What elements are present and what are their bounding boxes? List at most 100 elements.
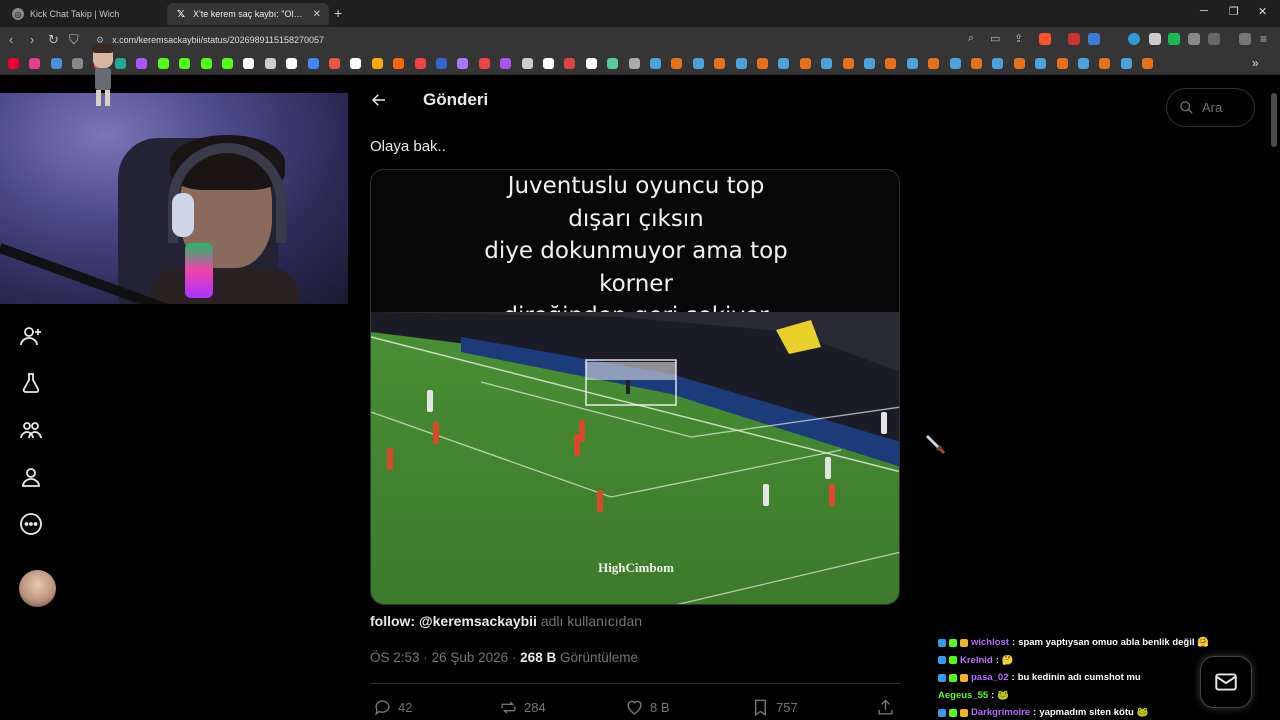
share-icon[interactable]: ⇪: [1014, 32, 1023, 45]
tab-kick-chat[interactable]: ◎ Kick Chat Takip | Wich: [4, 3, 164, 25]
scrollbar[interactable]: [1271, 93, 1277, 147]
brave-shield-icon[interactable]: [1039, 33, 1051, 45]
bookmark-favicon-icon[interactable]: [157, 58, 169, 69]
bookmark-favicon-icon[interactable]: [8, 58, 19, 69]
bookmark-favicon-icon[interactable]: [29, 58, 41, 69]
bookmark-favicon-icon[interactable]: [671, 58, 683, 69]
bookmark-favicon-icon[interactable]: [136, 58, 148, 69]
back-icon[interactable]: ‹: [9, 32, 13, 47]
bookmark-favicon-icon[interactable]: [650, 58, 661, 69]
bookmark-favicon-icon[interactable]: [692, 58, 704, 69]
bookmark-favicon-icon[interactable]: [543, 58, 554, 69]
bookmark-favicon-icon[interactable]: [842, 58, 854, 69]
cast-icon[interactable]: ▭: [990, 32, 1000, 45]
share-button[interactable]: [876, 697, 895, 717]
bookmark-favicon-icon[interactable]: [521, 58, 533, 69]
bookmark-favicon-icon[interactable]: [264, 58, 276, 69]
chat-username[interactable]: wichlost: [971, 637, 1009, 648]
maximize-icon[interactable]: ❐: [1229, 5, 1239, 18]
bookmark-favicon-icon[interactable]: [436, 58, 447, 69]
bookmark-favicon-icon[interactable]: [1056, 58, 1068, 69]
bookmark-favicon-icon[interactable]: [564, 58, 576, 69]
bookmark-favicon-icon[interactable]: [1099, 58, 1111, 69]
menu-icon[interactable]: ≡: [1260, 32, 1267, 46]
bookmark-favicon-icon[interactable]: [821, 58, 833, 69]
extension-icon[interactable]: [1168, 33, 1180, 45]
search-input[interactable]: Ara: [1166, 88, 1255, 127]
chat-username[interactable]: Krelnid: [960, 655, 993, 666]
like-button[interactable]: 8 B: [625, 697, 670, 717]
minimize-icon[interactable]: ─: [1200, 5, 1208, 17]
premium-flask-icon[interactable]: [16, 368, 46, 398]
post-date[interactable]: 26 Şub 2026: [432, 650, 509, 665]
reply-button[interactable]: 42: [373, 697, 412, 717]
close-icon[interactable]: ✕: [1258, 5, 1267, 18]
bookmark-favicon-icon[interactable]: [350, 58, 362, 69]
chat-username[interactable]: pasa_02: [971, 672, 1009, 683]
bookmark-favicon-icon[interactable]: [243, 58, 255, 69]
bookmark-favicon-icon[interactable]: [906, 58, 918, 69]
bookmark-favicon-icon[interactable]: [1120, 58, 1132, 69]
bookmark-favicon-icon[interactable]: [799, 58, 811, 69]
tab-x-post[interactable]: 𝕏 X'te kerem saç kaybı: "Olaya b ✕: [167, 3, 329, 25]
bookmark-favicon-icon[interactable]: [992, 58, 1004, 69]
bookmark-favicon-icon[interactable]: [329, 58, 340, 69]
bookmark-favicon-icon[interactable]: [628, 58, 640, 69]
bookmark-favicon-icon[interactable]: [414, 58, 426, 69]
bookmark-favicon-icon[interactable]: [307, 58, 319, 69]
bookmark-favicon-icon[interactable]: [1142, 58, 1154, 69]
bookmark-favicon-icon[interactable]: [585, 58, 597, 69]
url-field[interactable]: ⚙ x.com/keremsackaybii/status/2026989115…: [88, 30, 956, 50]
extension-icon[interactable]: [1068, 33, 1080, 45]
bookmark-favicon-icon[interactable]: [757, 58, 768, 69]
bookmark-favicon-icon[interactable]: [714, 58, 726, 69]
chat-username[interactable]: Darkgrimoire: [971, 707, 1030, 718]
bookmark-favicon-icon[interactable]: [949, 58, 961, 69]
bookmark-favicon-icon[interactable]: [286, 58, 298, 69]
post-video[interactable]: Juventuslu oyuncu top dışarı çıksın diye d…: [370, 169, 900, 605]
extension-icon[interactable]: [1128, 33, 1140, 45]
plus-icon[interactable]: +: [334, 5, 342, 21]
back-arrow-icon[interactable]: [368, 89, 390, 111]
chat-username[interactable]: Aegeus_55: [938, 690, 988, 701]
repost-button[interactable]: 284: [499, 697, 546, 717]
bookmark-icon[interactable]: ⛉: [69, 32, 79, 48]
bookmark-favicon-icon[interactable]: [607, 58, 619, 69]
follow-add-icon[interactable]: [16, 321, 46, 351]
more-icon[interactable]: [16, 509, 46, 539]
bookmark-favicon-icon[interactable]: [735, 58, 747, 69]
bookmark-favicon-icon[interactable]: [72, 58, 84, 69]
profile-icon[interactable]: [16, 462, 46, 492]
bookmark-favicon-icon[interactable]: [200, 58, 212, 69]
bookmark-favicon-icon[interactable]: [1013, 58, 1025, 69]
bookmark-favicon-icon[interactable]: [928, 58, 940, 69]
bookmark-favicon-icon[interactable]: [222, 58, 233, 69]
bookmark-favicon-icon[interactable]: [50, 58, 62, 69]
account-avatar[interactable]: [19, 570, 56, 607]
forward-icon[interactable]: ›: [30, 32, 34, 47]
reload-icon[interactable]: ↻: [48, 32, 59, 48]
bookmark-favicon-icon[interactable]: [885, 58, 897, 69]
bookmark-button[interactable]: 757: [751, 697, 798, 717]
messages-button[interactable]: [1200, 656, 1252, 708]
zoom-icon[interactable]: ⌕: [968, 32, 974, 45]
bookmark-favicon-icon[interactable]: [1035, 58, 1047, 69]
bookmark-favicon-icon[interactable]: [1078, 58, 1089, 69]
bookmark-favicon-icon[interactable]: [778, 58, 790, 69]
bookmark-favicon-icon[interactable]: [393, 58, 405, 69]
bookmark-favicon-icon[interactable]: [478, 58, 490, 69]
follow-handle[interactable]: follow: @keremsackaybii: [370, 613, 537, 629]
bookmark-favicon-icon[interactable]: [457, 58, 469, 69]
communities-icon[interactable]: [16, 415, 46, 445]
extension-icon[interactable]: [1149, 33, 1161, 45]
post-time[interactable]: ÖS 2:53: [370, 650, 420, 665]
bookmark-favicon-icon[interactable]: [864, 58, 875, 69]
extension-icon[interactable]: [1088, 33, 1100, 45]
media-icon[interactable]: [1239, 33, 1251, 45]
bookmark-favicon-icon[interactable]: [371, 58, 383, 69]
sidebar-icon[interactable]: [1208, 33, 1220, 45]
tab-close-icon[interactable]: ✕: [313, 9, 321, 20]
extensions-puzzle-icon[interactable]: [1188, 33, 1200, 45]
bookmark-favicon-icon[interactable]: [971, 58, 982, 69]
bookmark-favicon-icon[interactable]: [500, 58, 512, 69]
